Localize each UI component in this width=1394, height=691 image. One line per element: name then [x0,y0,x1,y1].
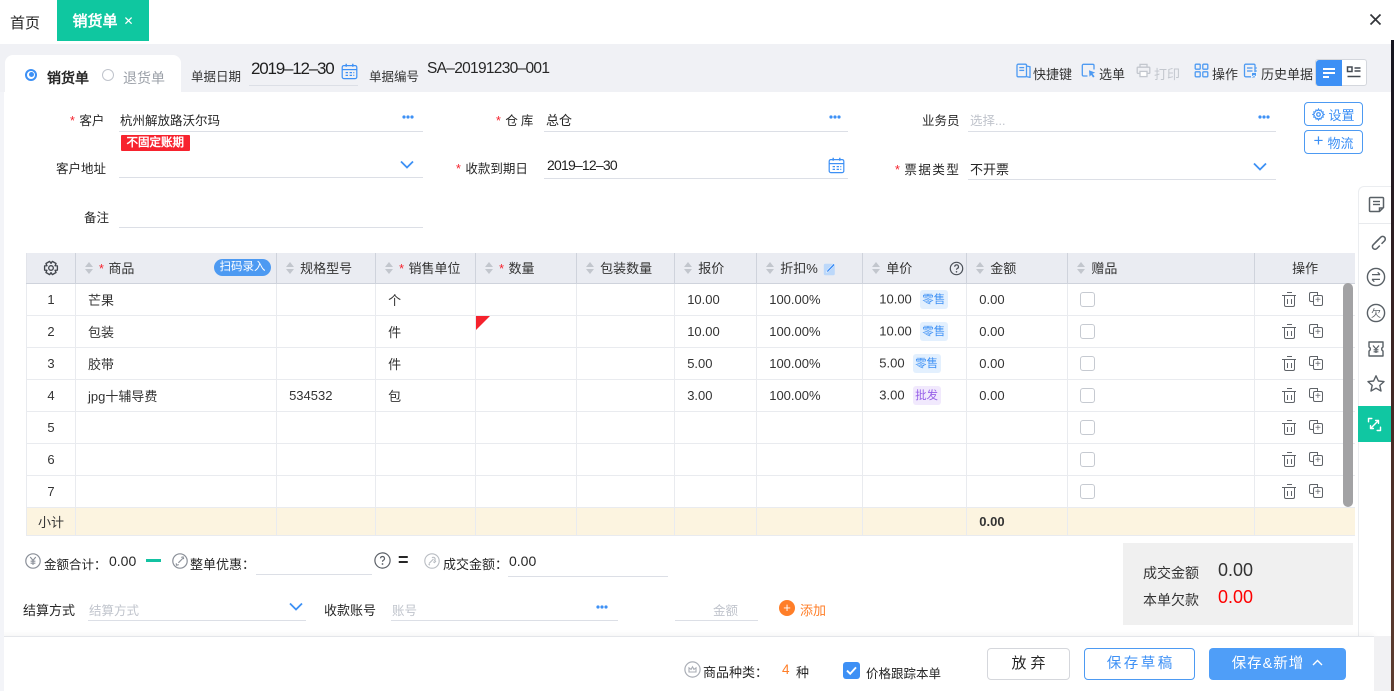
svg-text:欠: 欠 [1371,307,1381,320]
